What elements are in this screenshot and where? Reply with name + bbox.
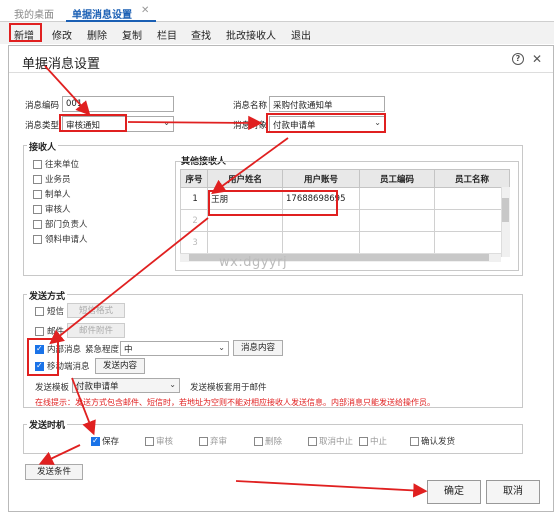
arrow-receiver-to-send-method (49, 217, 209, 345)
annotation-arrows (38, 65, 428, 498)
arrow-type-to-object (127, 115, 263, 131)
arrow-send-method-to-time (71, 377, 96, 436)
arrow-add-to-type (44, 65, 91, 116)
arrow-time-to-condition (38, 444, 81, 465)
arrow-object-to-receiver (211, 137, 289, 195)
arrow-condition-to-ok (235, 480, 428, 498)
